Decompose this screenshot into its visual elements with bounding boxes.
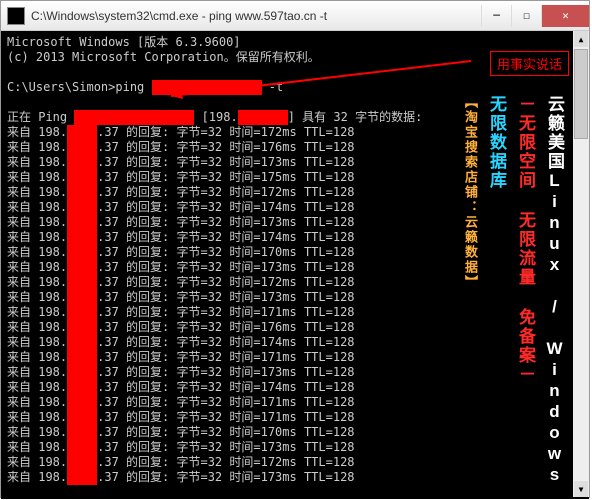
- annotation-callout: 用事实说话: [490, 51, 569, 76]
- ad-line-3: 无限数据库: [484, 95, 509, 491]
- window-controls: ─ ☐ ✕: [481, 5, 589, 27]
- ad-line-1: 云籁美国Linux / Windows: [542, 95, 567, 491]
- maximize-button[interactable]: ☐: [511, 5, 541, 27]
- scroll-thumb[interactable]: [574, 49, 588, 139]
- ad-panel: 云籁美国Linux / Windows －无限空间 无限流量 免备案－ 无限数据…: [421, 89, 571, 497]
- scroll-down-icon[interactable]: ▼: [574, 481, 588, 497]
- ad-line-2: －无限空间 无限流量 免备案－: [513, 95, 538, 491]
- cmd-window: C:\Windows\system32\cmd.exe - ping www.5…: [0, 0, 590, 498]
- minimize-button[interactable]: ─: [481, 5, 511, 27]
- titlebar[interactable]: C:\Windows\system32\cmd.exe - ping www.5…: [1, 1, 589, 31]
- ad-line-4: 【淘宝搜索店铺：云籁数据】: [461, 95, 480, 491]
- window-title: C:\Windows\system32\cmd.exe - ping www.5…: [31, 9, 481, 23]
- close-button[interactable]: ✕: [541, 5, 589, 27]
- app-icon: [7, 7, 25, 25]
- vertical-scrollbar[interactable]: ▲ ▼: [573, 31, 589, 497]
- scroll-up-icon[interactable]: ▲: [574, 31, 588, 47]
